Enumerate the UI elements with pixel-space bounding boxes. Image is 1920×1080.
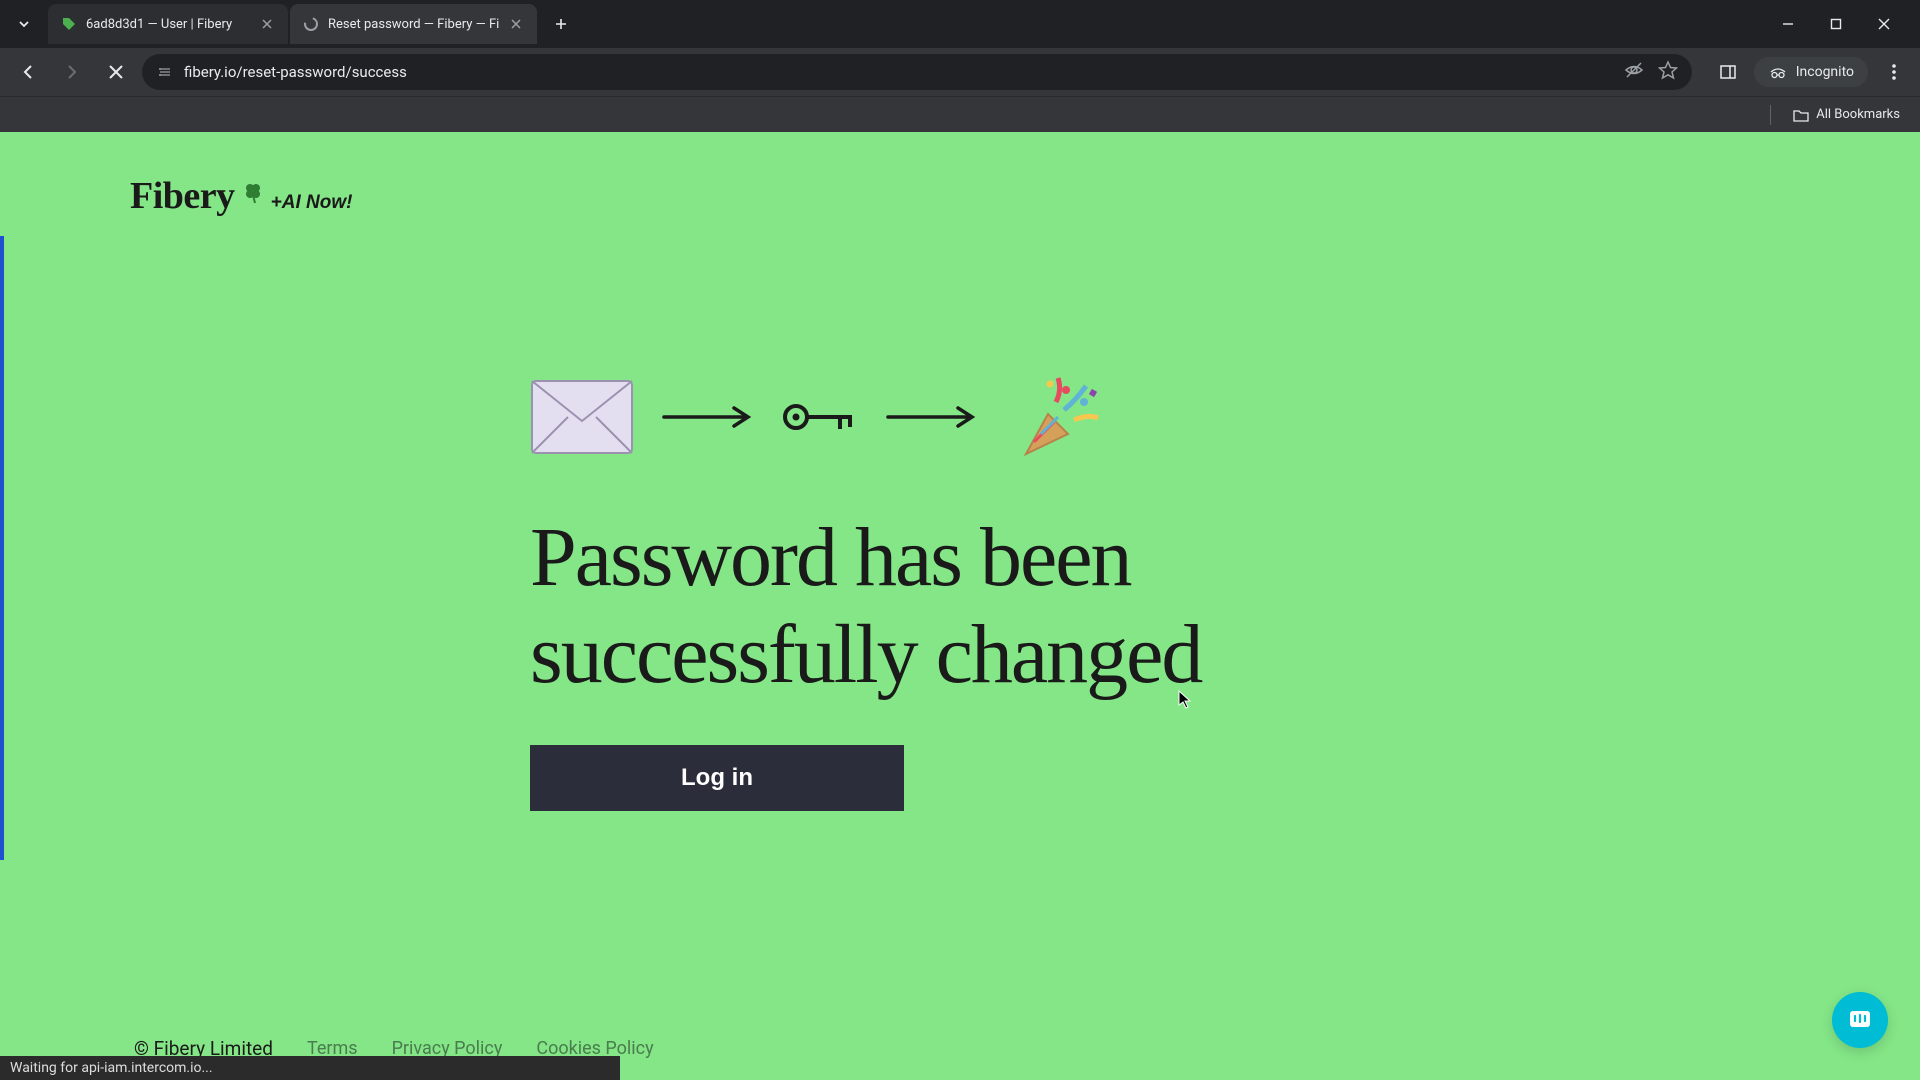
selection-highlight	[0, 236, 4, 860]
browser-chrome: 6ad8d3d1 — User | Fibery Reset password …	[0, 0, 1920, 132]
envelope-icon	[530, 379, 634, 455]
eye-off-icon[interactable]	[1624, 60, 1644, 84]
login-button-label: Log in	[681, 764, 753, 792]
page-heading: Password has been successfully changed	[530, 510, 1400, 703]
nav-bar: fibery.io/reset-password/success Incogni…	[0, 48, 1920, 96]
site-info-icon[interactable]	[156, 63, 174, 81]
progress-icons	[530, 372, 1400, 462]
window-controls	[1772, 8, 1912, 40]
browser-tab-1[interactable]: Reset password — Fibery — Fi	[290, 4, 537, 44]
arrow-right-icon	[886, 406, 978, 428]
browser-tab-0[interactable]: 6ad8d3d1 — User | Fibery	[48, 4, 288, 44]
tab-title: 6ad8d3d1 — User | Fibery	[86, 17, 250, 32]
all-bookmarks-button[interactable]: All Bookmarks	[1787, 103, 1906, 126]
browser-status-bar: Waiting for api-iam.intercom.io...	[0, 1056, 620, 1080]
maximize-button[interactable]	[1820, 8, 1852, 40]
login-button[interactable]: Log in	[530, 745, 904, 811]
close-window-button[interactable]	[1868, 8, 1900, 40]
arrow-right-icon	[662, 406, 754, 428]
bookmark-star-icon[interactable]	[1658, 60, 1678, 84]
hero-section: Password has been successfully changed L…	[530, 372, 1400, 811]
incognito-badge[interactable]: Incognito	[1754, 57, 1868, 87]
url-text: fibery.io/reset-password/success	[184, 63, 1614, 81]
stop-reload-button[interactable]	[98, 54, 134, 90]
party-popper-icon	[1006, 372, 1106, 462]
fibery-favicon-icon	[60, 15, 78, 33]
logo[interactable]: Fibery +AI Now!	[130, 174, 352, 218]
tab-search-button[interactable]	[8, 8, 40, 40]
bookmarks-bar: All Bookmarks	[0, 96, 1920, 132]
back-button[interactable]	[10, 54, 46, 90]
divider	[1770, 105, 1771, 125]
ai-now-tagline: +AI Now!	[271, 192, 353, 214]
page-content: Fibery +AI Now!	[0, 132, 1920, 1080]
new-tab-button[interactable]	[545, 8, 577, 40]
clover-icon	[241, 181, 265, 211]
status-text: Waiting for api-iam.intercom.io...	[10, 1060, 213, 1076]
close-icon[interactable]	[258, 15, 276, 33]
url-bar[interactable]: fibery.io/reset-password/success	[142, 54, 1692, 90]
key-icon	[782, 397, 858, 437]
incognito-label: Incognito	[1796, 64, 1854, 80]
tab-title: Reset password — Fibery — Fi	[328, 17, 499, 32]
loading-spinner-icon	[302, 15, 320, 33]
close-icon[interactable]	[507, 15, 525, 33]
intercom-chat-button[interactable]	[1832, 992, 1888, 1048]
forward-button[interactable]	[54, 54, 90, 90]
all-bookmarks-label: All Bookmarks	[1816, 107, 1900, 122]
side-panel-button[interactable]	[1712, 56, 1744, 88]
minimize-button[interactable]	[1772, 8, 1804, 40]
tab-bar: 6ad8d3d1 — User | Fibery Reset password …	[0, 0, 1920, 48]
browser-menu-button[interactable]	[1878, 56, 1910, 88]
logo-text: Fibery	[130, 174, 235, 218]
